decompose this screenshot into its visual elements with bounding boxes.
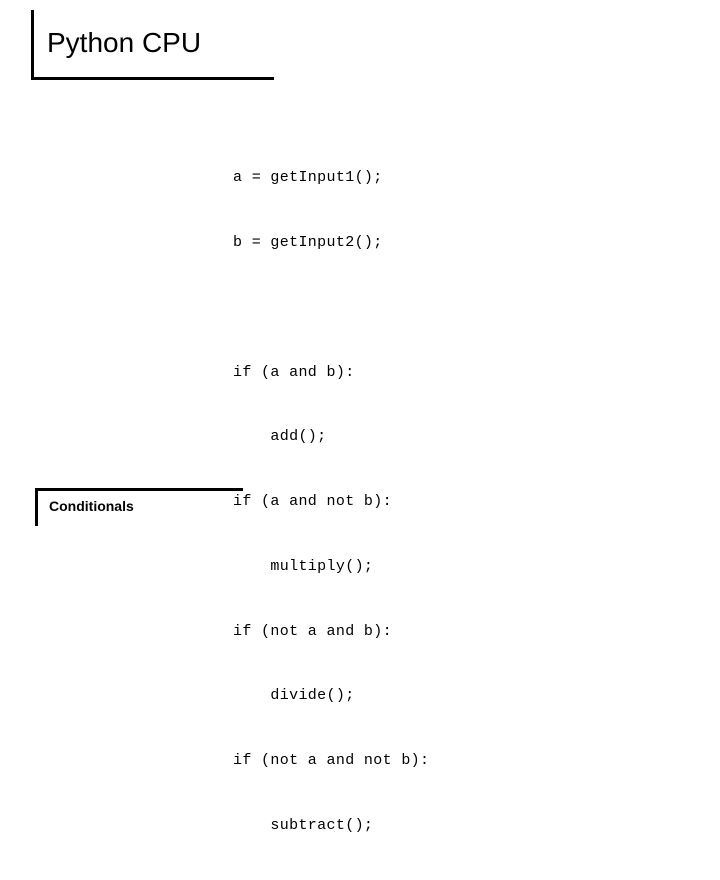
footer-vertical-rule [35,488,38,526]
code-block: a = getInput1(); b = getInput2(); if (a … [233,124,429,880]
footer-horizontal-rule [35,488,243,491]
code-line: if (a and not b): [233,493,392,511]
code-line: divide(); [233,687,355,705]
page-title: Python CPU [47,27,202,58]
title-block: Python CPU [31,10,274,80]
code-line: if (a and b): [233,363,355,381]
code-line: if (not a and b): [233,622,392,640]
slide-canvas: Python CPU a = getInput1(); b = getInput… [0,0,720,834]
code-line: b = getInput2(); [233,233,383,251]
code-line: a = getInput1(); [233,169,383,187]
footer-label: Conditionals [49,498,134,514]
title-horizontal-rule [31,77,274,80]
code-line: multiply(); [233,557,374,575]
code-line: subtract(); [233,817,374,834]
code-line: if (not a and not b): [233,752,430,770]
code-line: add(); [233,428,327,446]
footer-block: Conditionals [35,488,243,526]
title-vertical-rule [31,10,34,80]
